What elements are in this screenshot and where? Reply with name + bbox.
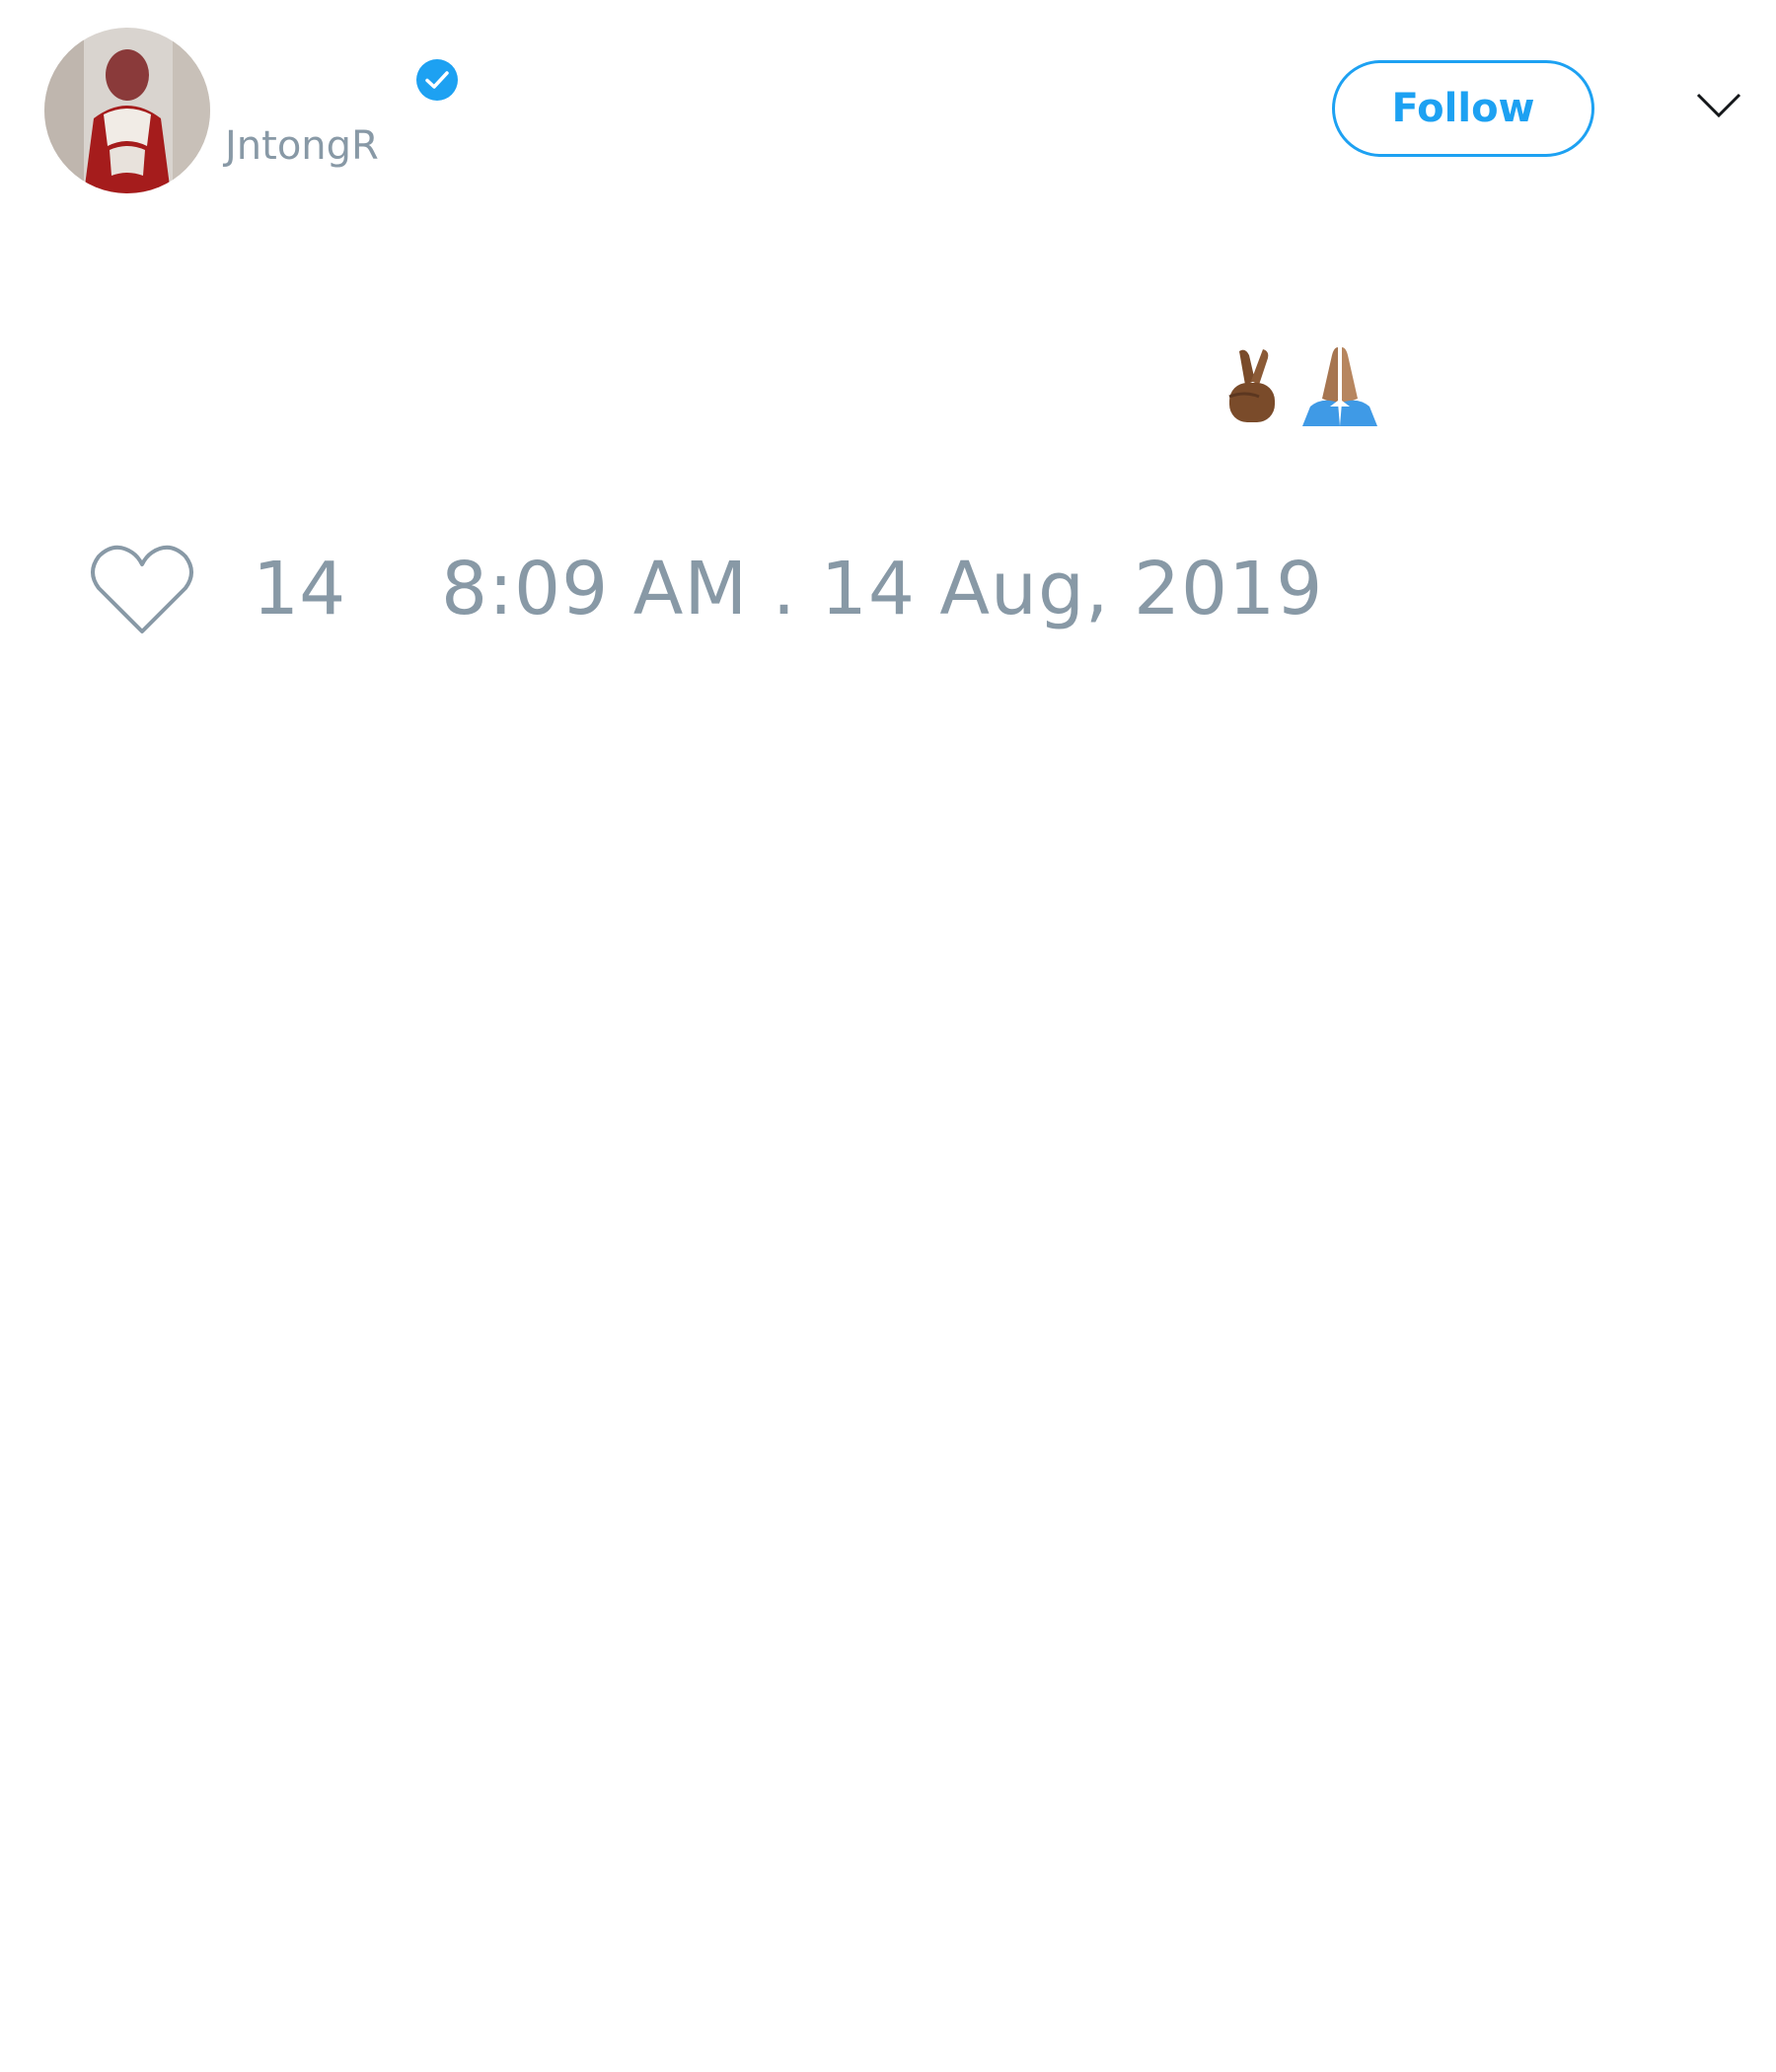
like-count: 14	[253, 547, 346, 631]
user-handle[interactable]: JntongR	[225, 126, 379, 166]
avatar[interactable]	[44, 28, 210, 193]
crossed-fingers-emoji-icon	[1228, 349, 1275, 422]
chevron-down-icon[interactable]	[1695, 91, 1742, 120]
timestamp[interactable]: 8:09 AM . 14 Aug, 2019	[441, 553, 1323, 626]
heart-icon[interactable]	[89, 541, 195, 637]
follow-button[interactable]: Follow	[1332, 60, 1594, 157]
folded-hands-emoji-icon	[1302, 347, 1377, 426]
verified-badge-icon	[416, 59, 458, 101]
tweet-text	[1220, 343, 1379, 426]
